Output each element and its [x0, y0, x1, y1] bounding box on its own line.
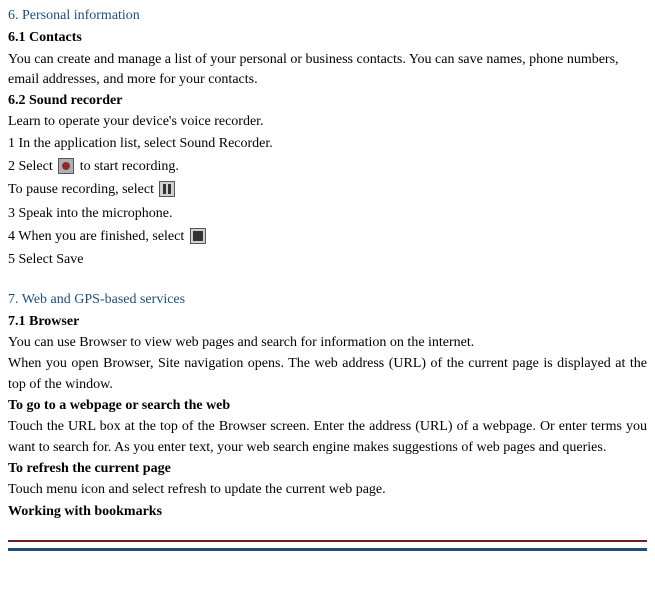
subsection-7-1-heading: 7.1 Browser [8, 312, 647, 332]
refresh-page-body: Touch menu icon and select refresh to up… [8, 480, 647, 500]
record-icon [58, 158, 74, 174]
browser-intro-1: You can use Browser to view web pages an… [8, 333, 647, 353]
pause-icon [159, 181, 175, 197]
recorder-pause-note: To pause recording, select [8, 180, 647, 200]
heading-goto-webpage: To go to a webpage or search the web [8, 396, 647, 416]
recorder-intro: Learn to operate your device's voice rec… [8, 112, 647, 132]
heading-refresh-page: To refresh the current page [8, 459, 647, 479]
contacts-description: You can create and manage a list of your… [8, 50, 647, 91]
recorder-step-3: 3 Speak into the microphone. [8, 204, 647, 224]
section-7-heading: 7. Web and GPS-based services [8, 290, 647, 310]
pause-text: To pause recording, select [8, 182, 157, 197]
step-2-text-a: 2 Select [8, 159, 56, 174]
recorder-step-5: 5 Select Save [8, 250, 647, 270]
recorder-step-2: 2 Select to start recording. [8, 157, 647, 177]
subsection-6-1-heading: 6.1 Contacts [8, 28, 647, 48]
step-4-text: 4 When you are finished, select [8, 229, 188, 244]
section-6-heading: 6. Personal information [8, 6, 647, 26]
recorder-step-1: 1 In the application list, select Sound … [8, 134, 647, 154]
subsection-6-2-heading: 6.2 Sound recorder [8, 91, 647, 111]
browser-intro-2: When you open Browser, Site navigation o… [8, 354, 647, 395]
footer-divider [8, 540, 647, 551]
recorder-step-4: 4 When you are finished, select [8, 227, 647, 247]
step-2-text-b: to start recording. [80, 159, 179, 174]
stop-icon [190, 228, 206, 244]
goto-webpage-body: Touch the URL box at the top of the Brow… [8, 417, 647, 458]
heading-bookmarks: Working with bookmarks [8, 502, 647, 522]
